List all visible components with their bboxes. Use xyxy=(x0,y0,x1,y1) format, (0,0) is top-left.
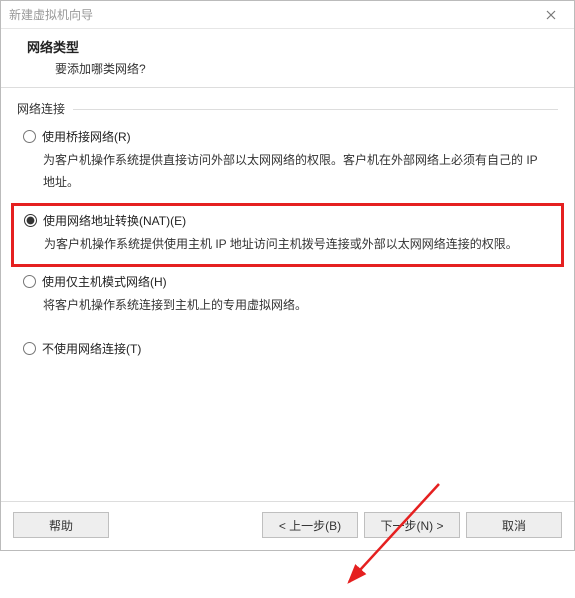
group-divider xyxy=(73,109,558,110)
group-label: 网络连接 xyxy=(17,102,69,116)
option-none: 不使用网络连接(T) xyxy=(17,336,558,363)
option-hostonly-desc: 将客户机操作系统连接到主机上的专用虚拟网络。 xyxy=(43,294,552,316)
option-bridged-desc: 为客户机操作系统提供直接访问外部以太网网络的权限。客户机在外部网络上必须有自己的… xyxy=(43,149,552,193)
back-button[interactable]: < 上一步(B) xyxy=(262,512,358,538)
next-button[interactable]: 下一步(N) > xyxy=(364,512,460,538)
radio-hostonly[interactable] xyxy=(23,275,36,288)
option-none-row[interactable]: 不使用网络连接(T) xyxy=(23,340,552,357)
wizard-header: 网络类型 要添加哪类网络? xyxy=(1,29,574,88)
radio-none[interactable] xyxy=(23,342,36,355)
highlight-annotation: 使用网络地址转换(NAT)(E) 为客户机操作系统提供使用主机 IP 地址访问主… xyxy=(11,203,564,266)
close-icon[interactable] xyxy=(534,1,568,29)
option-nat-desc: 为客户机操作系统提供使用主机 IP 地址访问主机拨号连接或外部以太网网络连接的权… xyxy=(44,233,551,255)
titlebar: 新建虚拟机向导 xyxy=(1,1,574,29)
option-nat-label: 使用网络地址转换(NAT)(E) xyxy=(43,212,186,229)
footer: 帮助 < 上一步(B) 下一步(N) > 取消 xyxy=(1,501,574,550)
option-nat: 使用网络地址转换(NAT)(E) 为客户机操作系统提供使用主机 IP 地址访问主… xyxy=(24,212,551,255)
option-hostonly-row[interactable]: 使用仅主机模式网络(H) xyxy=(23,273,552,290)
page-subtitle: 要添加哪类网络? xyxy=(9,60,566,77)
option-bridged-row[interactable]: 使用桥接网络(R) xyxy=(23,128,552,145)
option-none-label: 不使用网络连接(T) xyxy=(42,340,141,357)
option-hostonly: 使用仅主机模式网络(H) 将客户机操作系统连接到主机上的专用虚拟网络。 xyxy=(17,269,558,322)
window-title: 新建虚拟机向导 xyxy=(9,6,534,23)
option-hostonly-label: 使用仅主机模式网络(H) xyxy=(42,273,167,290)
option-nat-row[interactable]: 使用网络地址转换(NAT)(E) xyxy=(24,212,551,229)
cancel-button[interactable]: 取消 xyxy=(466,512,562,538)
option-bridged-label: 使用桥接网络(R) xyxy=(42,128,131,145)
content-area: 网络连接 使用桥接网络(R) 为客户机操作系统提供直接访问外部以太网网络的权限。… xyxy=(1,88,574,501)
radio-nat[interactable] xyxy=(24,214,37,227)
wizard-window: 新建虚拟机向导 网络类型 要添加哪类网络? 网络连接 使用桥接网络(R) 为客户… xyxy=(0,0,575,551)
help-button[interactable]: 帮助 xyxy=(13,512,109,538)
option-bridged: 使用桥接网络(R) 为客户机操作系统提供直接访问外部以太网网络的权限。客户机在外… xyxy=(17,124,558,199)
page-title: 网络类型 xyxy=(9,37,566,56)
radio-bridged[interactable] xyxy=(23,130,36,143)
